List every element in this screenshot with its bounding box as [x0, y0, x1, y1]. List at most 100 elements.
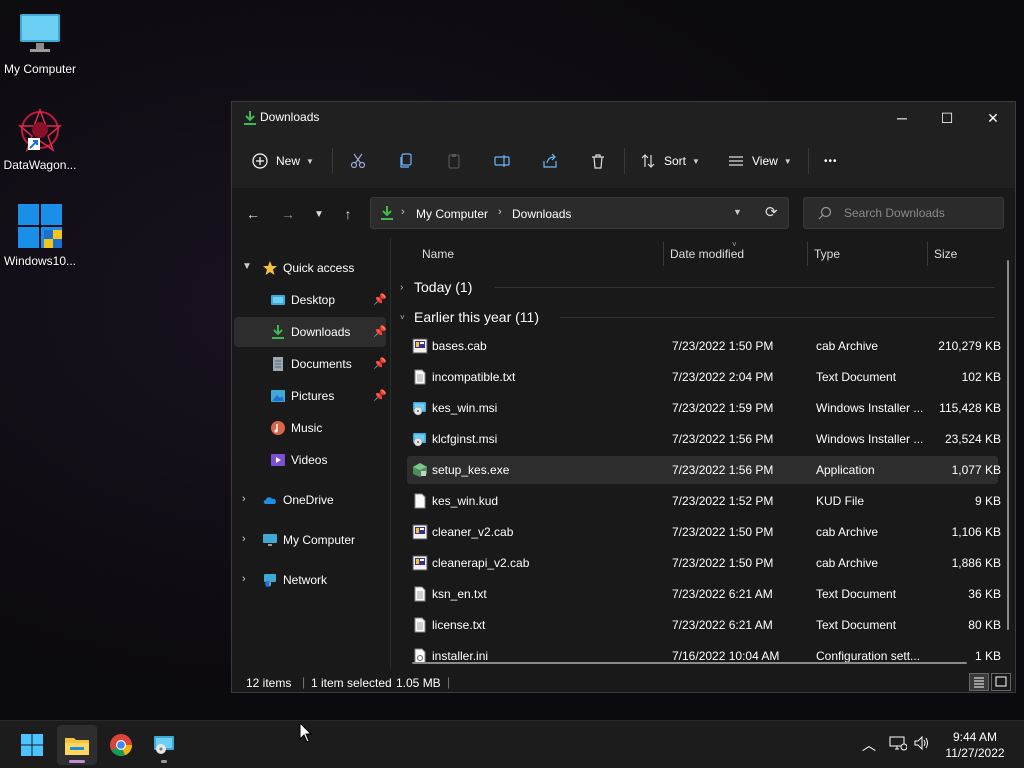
pin-icon[interactable]: 📌 [373, 357, 387, 370]
clock-date: 11/27/2022 [945, 746, 1005, 760]
column-divider[interactable] [807, 242, 808, 266]
vertical-scrollbar[interactable] [1007, 260, 1009, 630]
nav-onedrive[interactable]: › OneDrive [234, 485, 386, 515]
column-divider[interactable] [663, 242, 664, 266]
nav-downloads[interactable]: Downloads 📌 [234, 317, 387, 347]
toolbar-divider [332, 148, 333, 174]
delete-button[interactable] [590, 148, 606, 174]
nav-quick-access[interactable]: ▼ Quick access [234, 253, 386, 283]
up-button[interactable]: ↑ [337, 203, 359, 225]
star-icon [262, 260, 278, 276]
search-box[interactable] [803, 197, 1004, 229]
column-header-type[interactable]: Type [814, 238, 840, 270]
sort-button[interactable]: Sort ▼ [640, 148, 700, 174]
clock[interactable]: 9:44 AM 11/27/2022 [940, 729, 1010, 761]
file-row[interactable]: installer.ini 7/16/2022 10:04 AM Configura… [407, 642, 1001, 668]
title-bar[interactable]: Downloads ─ ☐ ✕ [232, 102, 1015, 134]
pin-icon[interactable]: 📌 [373, 325, 387, 338]
file-name: setup_kes.exe [432, 463, 510, 477]
pin-icon[interactable]: 📌 [373, 293, 387, 306]
nav-label: Quick access [283, 261, 355, 275]
volume-button[interactable] [913, 735, 931, 754]
file-row[interactable]: kes_win.msi 7/23/2022 1:59 PM Windows Inst… [407, 394, 1001, 422]
show-hidden-icons-button[interactable]: ︿ [862, 735, 876, 755]
group-header-earlier[interactable]: ˅ Earlier this year (11) [400, 304, 995, 330]
nav-desktop[interactable]: Desktop 📌 [234, 285, 387, 315]
msi-icon [412, 400, 428, 416]
column-divider[interactable] [927, 242, 928, 266]
file-type: Configuration sett... [816, 649, 921, 663]
breadcrumb-my-computer[interactable]: My Computer [416, 207, 488, 221]
tiles-view-button[interactable] [991, 673, 1011, 691]
toolbar-divider [624, 148, 625, 174]
copy-button[interactable] [398, 148, 414, 174]
column-header-size[interactable]: Size [934, 238, 957, 270]
refresh-icon: ⟳ [765, 204, 778, 221]
taskbar-file-explorer[interactable] [57, 725, 97, 765]
column-header-name[interactable]: Name [422, 238, 454, 270]
file-type: KUD File [816, 494, 865, 508]
search-input[interactable] [842, 205, 996, 221]
share-button[interactable] [542, 148, 558, 174]
file-size: 23,524 KB [944, 432, 1001, 446]
nav-pictures[interactable]: Pictures 📌 [234, 381, 387, 411]
details-view-button[interactable] [969, 673, 989, 691]
group-label: Earlier this year (11) [414, 309, 540, 325]
cab-icon [412, 338, 428, 354]
rename-button[interactable] [494, 148, 510, 174]
address-history-dropdown[interactable]: ▼ [733, 207, 742, 217]
file-row[interactable]: setup_kes.exe 7/23/2022 1:56 PM Applicatio… [407, 456, 1001, 484]
new-button[interactable]: New ▼ [252, 148, 314, 174]
group-header-today[interactable]: › Today (1) [400, 274, 995, 300]
file-row[interactable]: license.txt 7/23/2022 6:21 AM Text Documen… [407, 611, 1001, 639]
file-explorer-icon [65, 738, 89, 755]
file-row[interactable]: ksn_en.txt 7/23/2022 6:21 AM Text Document… [407, 580, 1001, 608]
cut-button[interactable] [350, 148, 366, 174]
desktop-icon-windows10[interactable]: Windows10... [0, 202, 80, 268]
taskbar-chrome[interactable] [101, 725, 141, 765]
desktop-icon-my-computer[interactable]: My Computer [0, 10, 80, 76]
close-button[interactable]: ✕ [970, 102, 1016, 134]
nav-documents[interactable]: Documents 📌 [234, 349, 387, 379]
refresh-button[interactable]: ⟳ [765, 203, 778, 221]
paste-button[interactable] [446, 148, 462, 174]
maximize-button[interactable]: ☐ [924, 102, 970, 134]
maximize-icon: ☐ [940, 109, 954, 126]
nav-label: Documents [291, 357, 352, 371]
chevron-right-icon: › [400, 281, 404, 293]
file-type: Text Document [816, 370, 897, 384]
minimize-button[interactable]: ─ [879, 102, 925, 134]
nav-network[interactable]: › Network [234, 565, 386, 595]
chevron-down-icon: ▼ [783, 156, 792, 166]
horizontal-scrollbar[interactable] [412, 662, 967, 664]
details-view-icon [974, 677, 984, 688]
recent-locations-button[interactable]: ▼ [308, 203, 330, 225]
msi-icon [412, 431, 428, 447]
file-row[interactable]: cleanerapi_v2.cab 7/23/2022 1:50 PM cab Ar… [407, 549, 1001, 577]
address-bar[interactable]: › My Computer › Downloads ▼ ⟳ [370, 197, 789, 229]
file-row[interactable]: cleaner_v2.cab 7/23/2022 1:50 PM cab Archi… [407, 518, 1001, 546]
back-button[interactable]: ← [242, 203, 264, 225]
desktop-icon-datawagon[interactable]: DataWagon... [0, 106, 80, 172]
view-button[interactable]: View ▼ [728, 148, 792, 174]
nav-music[interactable]: Music [234, 413, 386, 443]
file-row[interactable]: incompatible.txt 7/23/2022 2:04 PM Text Do… [407, 363, 1001, 391]
pin-icon[interactable]: 📌 [373, 389, 387, 402]
network-monitor-icon [889, 736, 908, 751]
file-explorer-window: Downloads ─ ☐ ✕ New ▼ Sort ▼ View ▼ ••• … [231, 101, 1016, 693]
taskbar-installer-app[interactable] [144, 725, 184, 765]
breadcrumb-downloads[interactable]: Downloads [512, 207, 571, 221]
start-button[interactable] [12, 725, 52, 765]
more-icon: ••• [824, 155, 838, 167]
chevron-right-icon: › [242, 573, 246, 585]
file-row[interactable]: klcfginst.msi 7/23/2022 1:56 PM Windows In… [407, 425, 1001, 453]
nav-my-computer[interactable]: › My Computer [234, 525, 386, 555]
forward-button[interactable]: → [277, 203, 299, 225]
network-status-button[interactable] [889, 735, 908, 754]
more-options-button[interactable]: ••• [824, 148, 838, 174]
nav-videos[interactable]: Videos [234, 445, 386, 475]
running-indicator [161, 760, 167, 763]
file-row[interactable]: bases.cab 7/23/2022 1:50 PM cab Archive 210… [407, 332, 1001, 360]
pane-splitter[interactable] [390, 238, 391, 668]
file-row[interactable]: kes_win.kud 7/23/2022 1:52 PM KUD File 9 KB [407, 487, 1001, 515]
